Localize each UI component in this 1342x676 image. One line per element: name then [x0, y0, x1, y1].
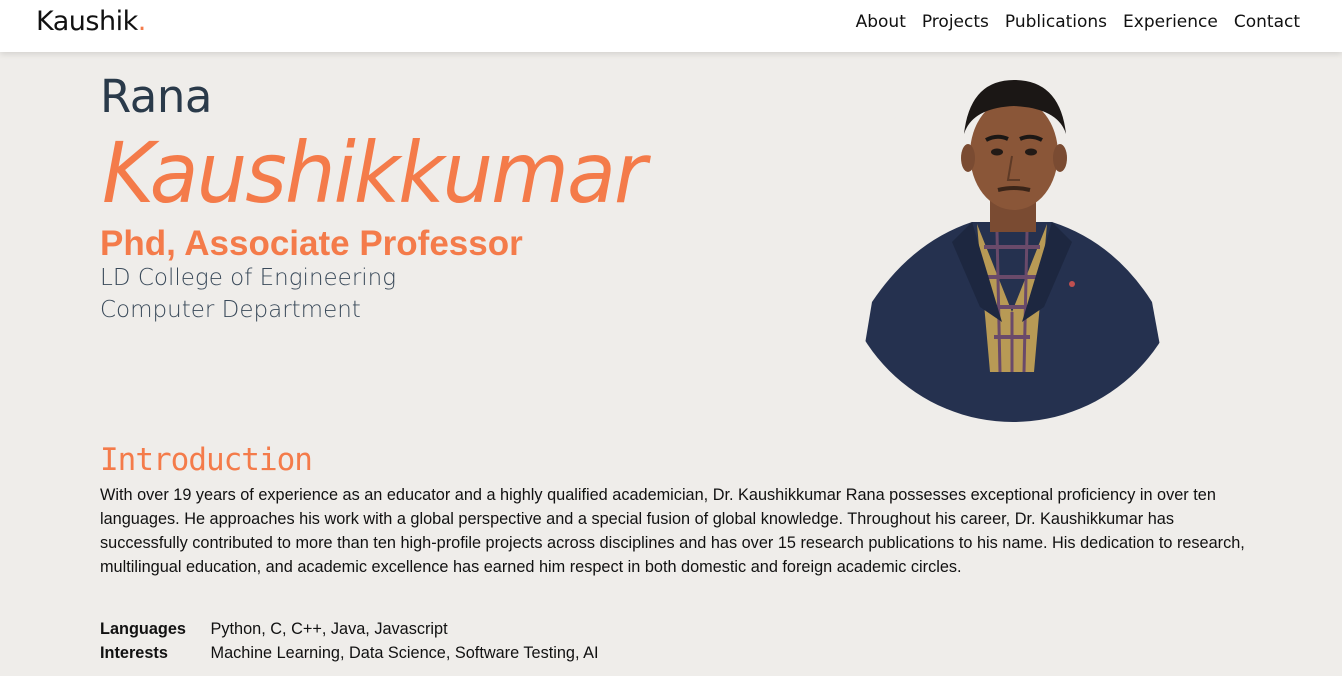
nav-link-publications[interactable]: Publications: [1005, 12, 1107, 32]
intro-heading: Introduction: [100, 442, 313, 478]
college-name: LD College of Engineering: [100, 265, 397, 291]
interests-label: Interests: [100, 644, 168, 662]
intro-paragraph: With over 19 years of experience as an e…: [100, 486, 1245, 576]
navbar: Kaushik. About Projects Publications Exp…: [0, 0, 1342, 52]
brand-logo[interactable]: Kaushik.: [36, 6, 146, 37]
languages-label: Languages: [100, 620, 186, 638]
interests-row: Interests Machine Learning, Data Science…: [100, 644, 599, 663]
nav-link-projects[interactable]: Projects: [922, 12, 989, 32]
languages-row: Languages Python, C, C++, Java, Javascri…: [100, 620, 448, 639]
languages-value: Python, C, C++, Java, Javascript: [210, 620, 448, 638]
department-name: Computer Department: [100, 297, 361, 323]
first-name: Rana: [100, 70, 212, 123]
interests-value: Machine Learning, Data Science, Software…: [210, 644, 599, 662]
nav-link-experience[interactable]: Experience: [1123, 12, 1218, 32]
nav-link-about[interactable]: About: [856, 12, 906, 32]
brand-name: Kaushik: [36, 6, 138, 37]
profile-photo: [852, 72, 1174, 422]
last-name: Kaushikkumar: [102, 124, 647, 222]
nav-links: About Projects Publications Experience C…: [856, 12, 1300, 32]
brand-dot: .: [137, 6, 147, 37]
nav-link-contact[interactable]: Contact: [1234, 12, 1300, 32]
job-title: Phd, Associate Professor: [100, 224, 523, 263]
